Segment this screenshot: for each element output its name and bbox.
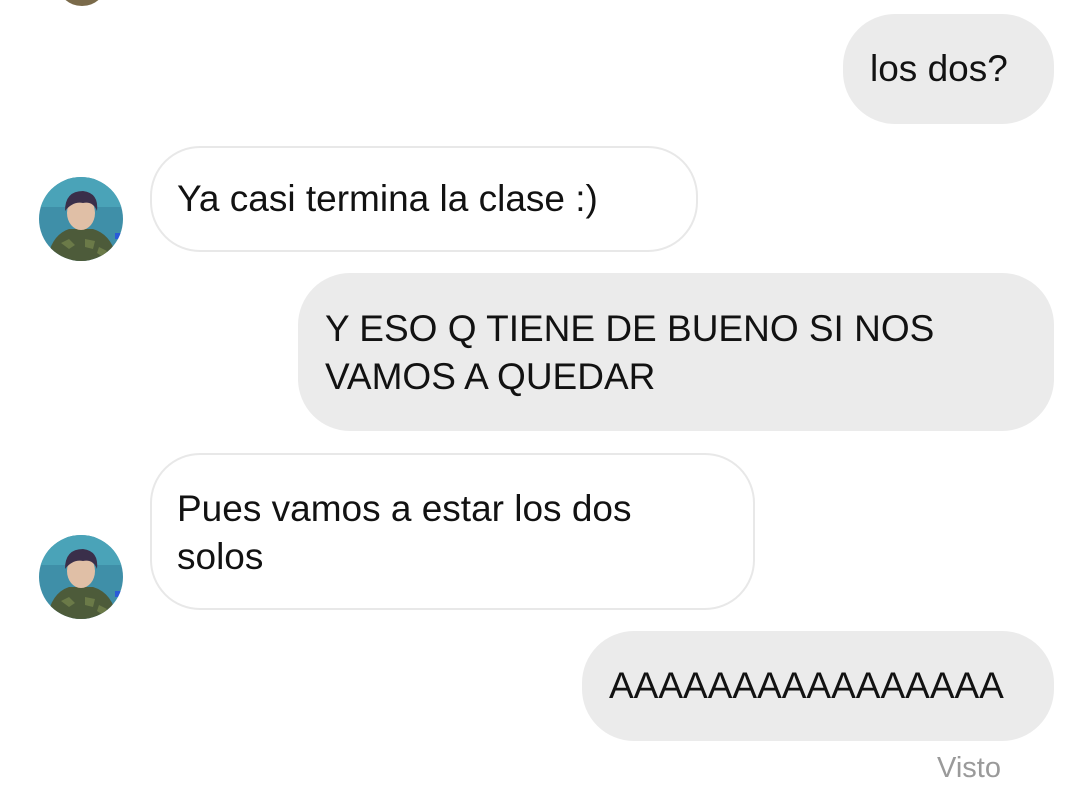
avatar-photo-icon — [39, 535, 123, 619]
message-bubble-sent[interactable]: los dos? — [843, 14, 1054, 124]
message-text: los dos? — [870, 48, 1008, 89]
contact-avatar-partial[interactable] — [58, 0, 106, 6]
message-text: Ya casi termina la clase :) — [177, 178, 598, 219]
message-text: Pues vamos a estar los dos solos — [177, 488, 632, 577]
contact-avatar[interactable] — [39, 535, 123, 619]
message-text: Y ESO Q TIENE DE BUENO SI NOS VAMOS A QU… — [325, 308, 935, 397]
seen-status: Visto — [937, 752, 1001, 784]
chat-thread: los dos? Ya casi termina la clase :) Y E… — [0, 0, 1065, 795]
message-text: AAAAAAAAAAAAAAAA — [609, 665, 1004, 706]
message-bubble-sent[interactable]: Y ESO Q TIENE DE BUENO SI NOS VAMOS A QU… — [298, 273, 1054, 431]
avatar-photo-icon — [39, 177, 123, 261]
message-bubble-received[interactable]: Ya casi termina la clase :) — [150, 146, 698, 252]
message-bubble-received[interactable]: Pues vamos a estar los dos solos — [150, 453, 755, 610]
contact-avatar[interactable] — [39, 177, 123, 261]
message-bubble-sent[interactable]: AAAAAAAAAAAAAAAA — [582, 631, 1054, 741]
